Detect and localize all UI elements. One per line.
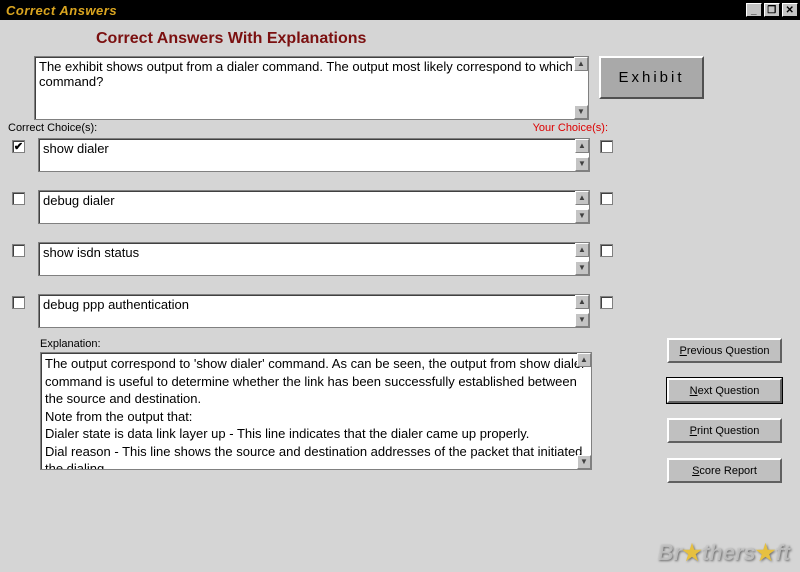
question-text-value: The exhibit shows output from a dialer c…	[39, 59, 573, 89]
titlebar: Correct Answers _ ❐ ✕	[0, 0, 800, 20]
your-checkbox[interactable]	[600, 244, 613, 257]
previous-question-button[interactable]: Previous Question	[667, 338, 782, 363]
star-icon: ★	[756, 540, 776, 565]
minimize-button[interactable]: _	[746, 3, 762, 17]
explanation-text[interactable]: The output correspond to 'show dialer' c…	[40, 352, 592, 470]
window-title: Correct Answers	[2, 3, 746, 18]
prev-label-rest: revious Question	[687, 345, 770, 357]
print-label-rest: rint Question	[697, 425, 759, 437]
correct-checkbox[interactable]: ✔	[12, 140, 25, 153]
score-report-button[interactable]: Score Report	[667, 458, 782, 483]
scroll-down-icon[interactable]: ▼	[575, 261, 589, 275]
close-button[interactable]: ✕	[782, 3, 798, 17]
choice-scrollbar[interactable]: ▲ ▼	[575, 243, 589, 275]
side-buttons: Previous Question Next Question Print Qu…	[667, 338, 782, 483]
choice-row: ✔ show dialer ▲ ▼	[6, 138, 794, 172]
choices-list: ✔ show dialer ▲ ▼ debug dialer ▲ ▼	[6, 138, 794, 328]
scroll-down-icon[interactable]: ▼	[577, 455, 591, 469]
correct-choices-label: Correct Choice(s):	[8, 122, 97, 134]
choice-row: debug dialer ▲ ▼	[6, 190, 794, 224]
watermark-c: ft	[775, 540, 790, 565]
print-question-button[interactable]: Print Question	[667, 418, 782, 443]
choice-text[interactable]: show isdn status ▲ ▼	[38, 242, 590, 276]
your-choices-label: Your Choice(s):	[533, 122, 608, 134]
your-checkbox[interactable]	[600, 192, 613, 205]
page-heading: Correct Answers With Explanations	[96, 30, 794, 48]
choice-text[interactable]: debug dialer ▲ ▼	[38, 190, 590, 224]
scroll-up-icon[interactable]: ▲	[574, 57, 588, 71]
choice-text[interactable]: show dialer ▲ ▼	[38, 138, 590, 172]
choice-text-value: debug ppp authentication	[43, 297, 189, 312]
watermark-b: thers	[702, 540, 756, 565]
correct-checkbox[interactable]	[12, 296, 25, 309]
watermark: Br★thers★ft	[658, 540, 790, 566]
correct-checkbox[interactable]	[12, 244, 25, 257]
next-label-rest: ext Question	[698, 385, 760, 397]
scroll-up-icon[interactable]: ▲	[577, 353, 591, 367]
star-icon: ★	[682, 540, 702, 565]
scroll-down-icon[interactable]: ▼	[575, 313, 589, 327]
scroll-down-icon[interactable]: ▼	[574, 105, 588, 119]
exhibit-button[interactable]: Exhibit	[599, 56, 704, 99]
score-label-rest: core Report	[699, 465, 756, 477]
choice-row: show isdn status ▲ ▼	[6, 242, 794, 276]
scroll-up-icon[interactable]: ▲	[575, 243, 589, 257]
next-question-button[interactable]: Next Question	[667, 378, 782, 403]
scroll-down-icon[interactable]: ▼	[575, 209, 589, 223]
choice-scrollbar[interactable]: ▲ ▼	[575, 139, 589, 171]
your-checkbox[interactable]	[600, 140, 613, 153]
scroll-up-icon[interactable]: ▲	[575, 295, 589, 309]
explanation-scrollbar[interactable]: ▲ ▼	[577, 353, 591, 469]
question-scrollbar[interactable]: ▲ ▼	[574, 57, 588, 119]
choice-text-value: debug dialer	[43, 193, 115, 208]
choice-text-value: show isdn status	[43, 245, 139, 260]
window-controls: _ ❐ ✕	[746, 3, 798, 17]
explanation-text-value: The output correspond to 'show dialer' c…	[45, 356, 585, 470]
choice-labels: Correct Choice(s): Your Choice(s):	[6, 122, 794, 134]
choice-row: debug ppp authentication ▲ ▼	[6, 294, 794, 328]
choice-text-value: show dialer	[43, 141, 109, 156]
maximize-button[interactable]: ❐	[764, 3, 780, 17]
choice-text[interactable]: debug ppp authentication ▲ ▼	[38, 294, 590, 328]
correct-checkbox[interactable]	[12, 192, 25, 205]
scroll-down-icon[interactable]: ▼	[575, 157, 589, 171]
exhibit-label: Exhibit	[618, 69, 684, 86]
watermark-a: Br	[658, 540, 682, 565]
choice-scrollbar[interactable]: ▲ ▼	[575, 191, 589, 223]
your-checkbox[interactable]	[600, 296, 613, 309]
question-text[interactable]: The exhibit shows output from a dialer c…	[34, 56, 589, 120]
question-row: The exhibit shows output from a dialer c…	[34, 56, 794, 120]
scroll-up-icon[interactable]: ▲	[575, 191, 589, 205]
scroll-up-icon[interactable]: ▲	[575, 139, 589, 153]
choice-scrollbar[interactable]: ▲ ▼	[575, 295, 589, 327]
